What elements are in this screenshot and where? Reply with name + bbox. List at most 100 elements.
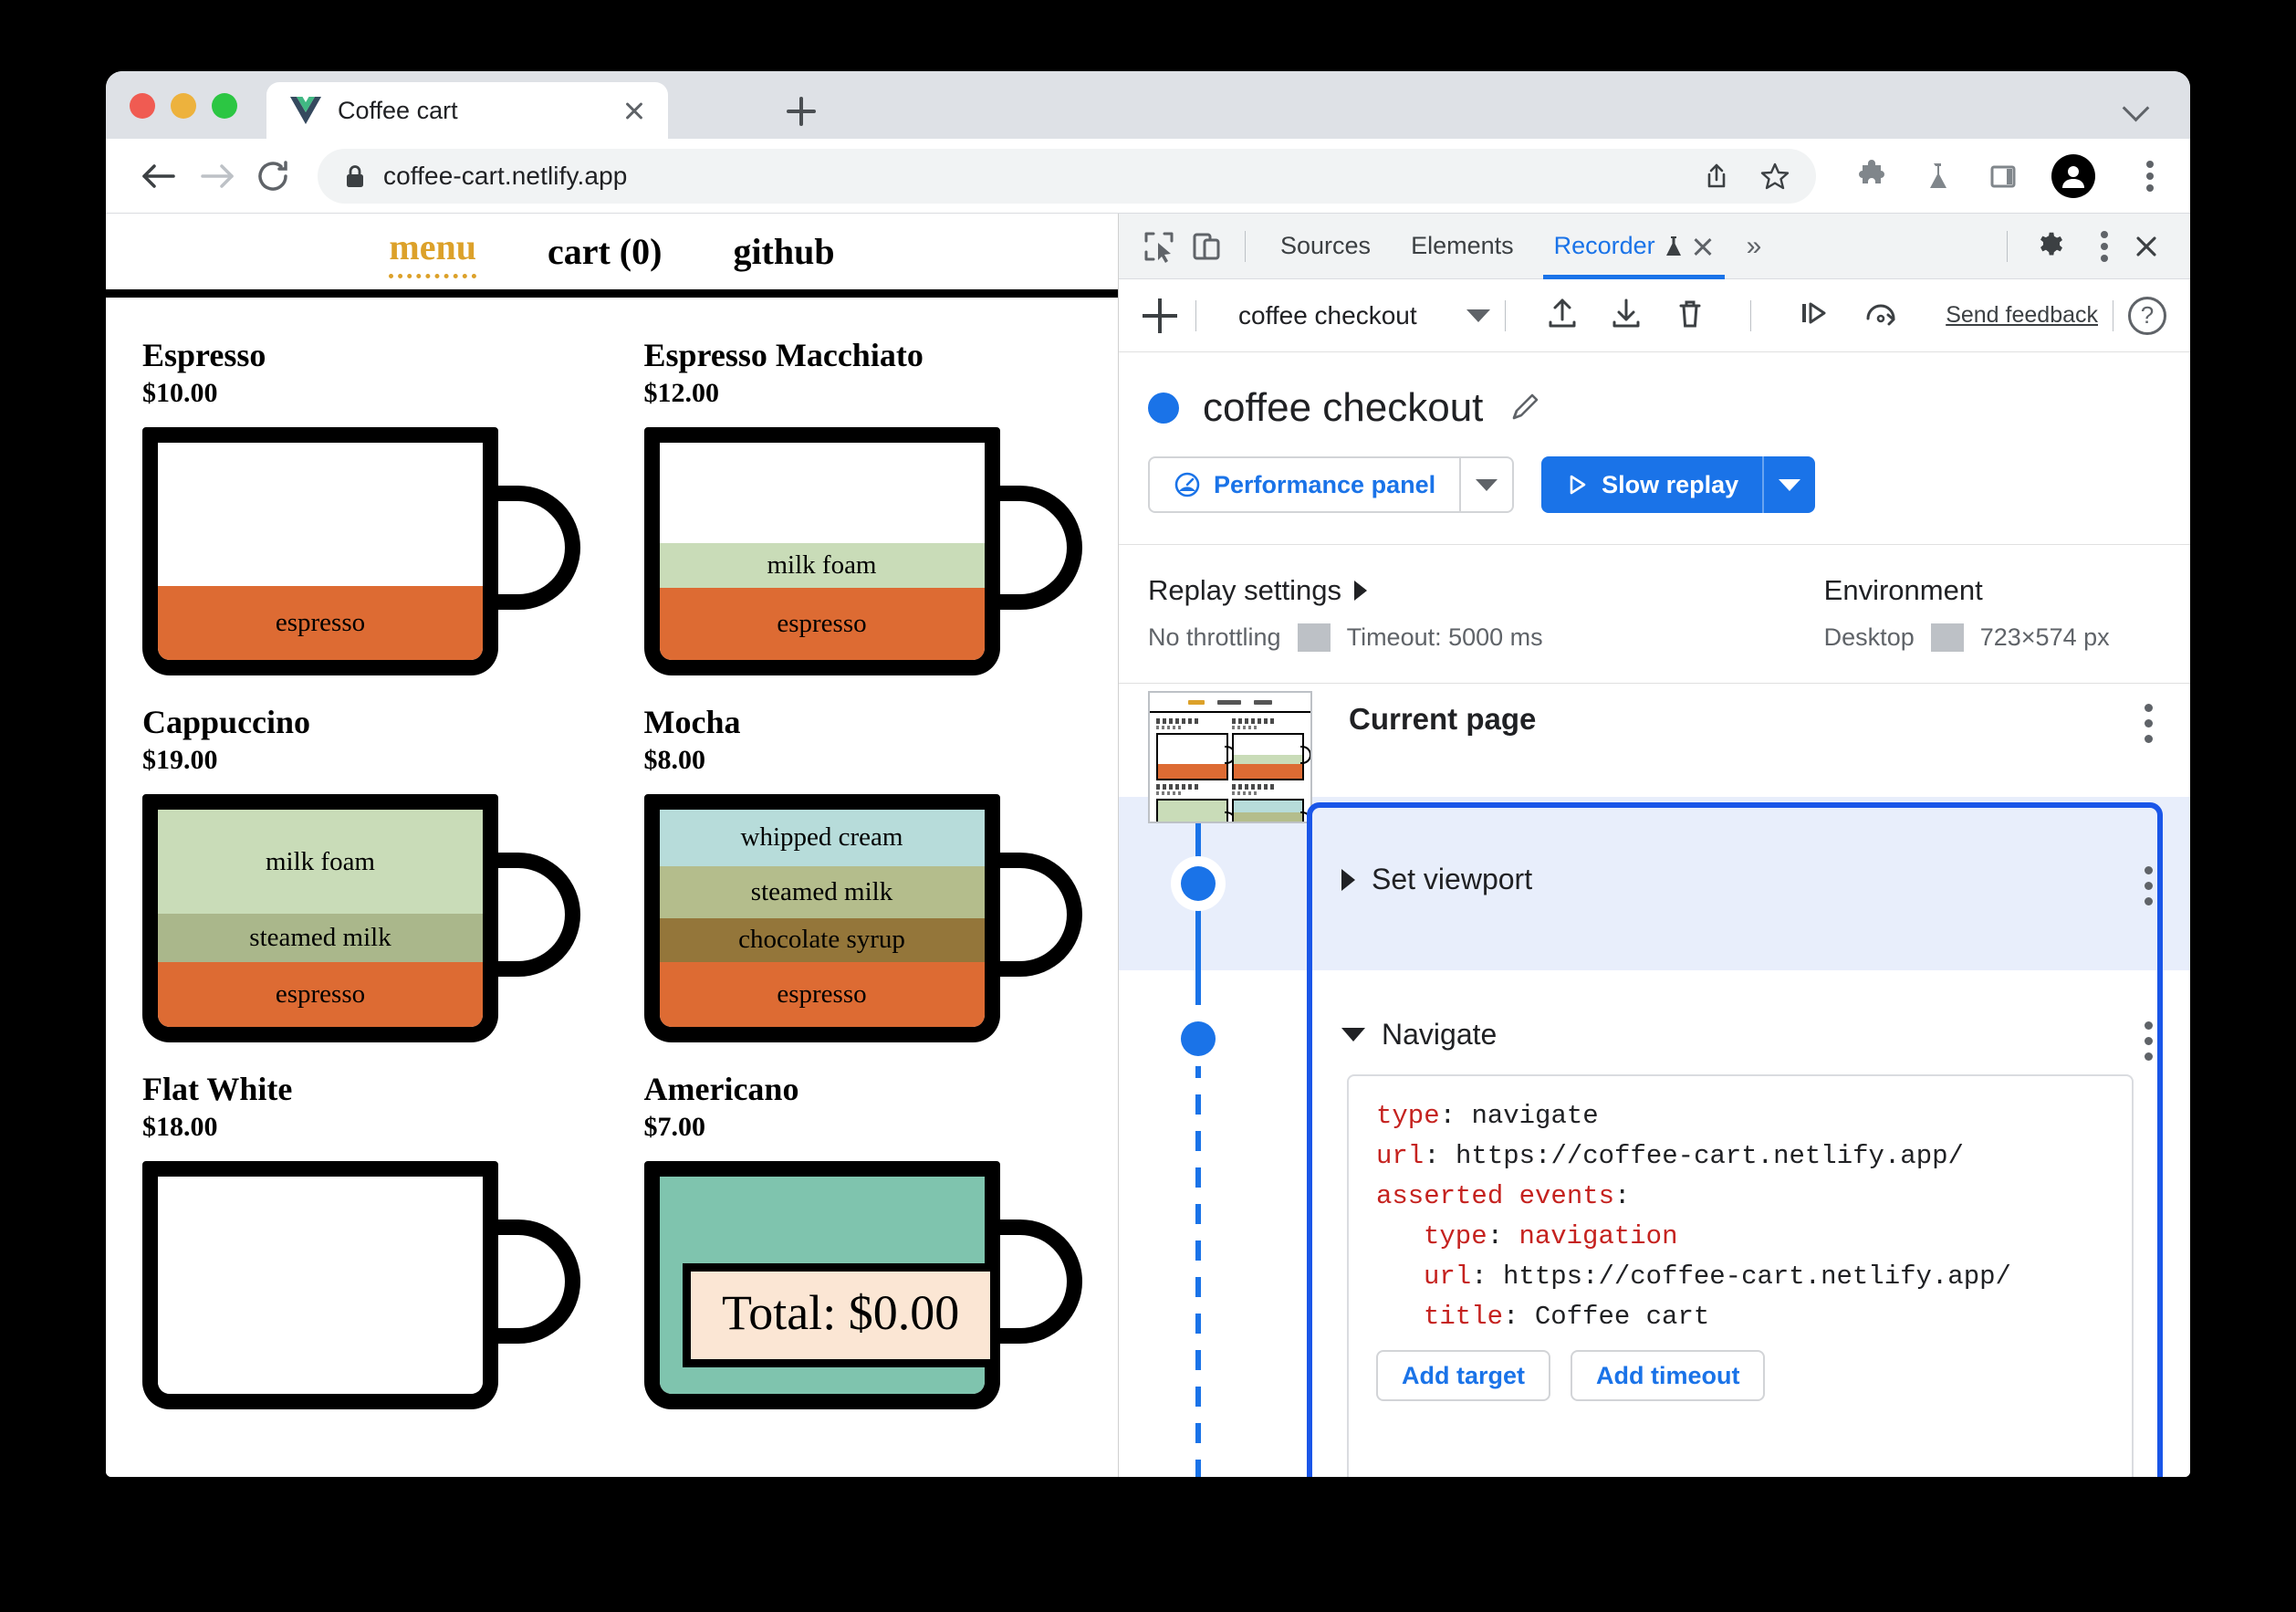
step-replay-icon[interactable] bbox=[1793, 295, 1833, 336]
lock-icon bbox=[345, 164, 365, 188]
recorder-settings: Replay settings No throttling Timeout: 5… bbox=[1119, 545, 2190, 684]
new-tab-button[interactable] bbox=[781, 91, 821, 131]
nav-link-cart[interactable]: cart (0) bbox=[548, 230, 662, 273]
slow-replay-button[interactable]: Slow replay bbox=[1541, 456, 1763, 513]
performance-panel-dropdown[interactable] bbox=[1461, 456, 1515, 513]
tab-strip: Coffee cart bbox=[106, 71, 2190, 139]
screenshot-root: Coffee cart coffee-cart.netlify.app menu… bbox=[0, 0, 2296, 1612]
coffee-cup[interactable]: whipped cream steamed milk chocolate syrup… bbox=[643, 794, 1082, 1050]
recording-selector-label[interactable]: coffee checkout bbox=[1238, 301, 1417, 330]
replay-settings-toggle[interactable]: Replay settings bbox=[1148, 574, 1560, 607]
code-key: type bbox=[1424, 1221, 1487, 1252]
back-button[interactable] bbox=[131, 148, 188, 204]
page-thumbnail[interactable] bbox=[1148, 691, 1312, 823]
cup-layer: steamed milk bbox=[659, 865, 985, 919]
coffee-name: Espresso bbox=[142, 337, 266, 373]
add-recording-icon[interactable] bbox=[1139, 295, 1181, 337]
coffee-price: $12.00 bbox=[643, 378, 720, 408]
reload-button[interactable] bbox=[245, 148, 301, 204]
page-nav: menu cart (0) github bbox=[106, 214, 1118, 298]
code-value: navigate bbox=[1471, 1101, 1599, 1131]
pencil-icon[interactable] bbox=[1507, 391, 1541, 425]
divider bbox=[1504, 299, 1506, 331]
slow-replay-label: Slow replay bbox=[1602, 470, 1739, 498]
maximize-window-button[interactable] bbox=[212, 93, 237, 119]
forward-button[interactable] bbox=[188, 148, 245, 204]
thumbnail-nav-github bbox=[1254, 699, 1272, 705]
flask-experiment-icon bbox=[1665, 235, 1683, 258]
vue-logo-icon bbox=[290, 97, 321, 124]
thumbnail-cup-layer bbox=[1234, 801, 1302, 812]
gear-icon[interactable] bbox=[2028, 223, 2075, 270]
inspect-element-icon[interactable] bbox=[1135, 223, 1183, 270]
recorder-tool-icons bbox=[1544, 295, 1901, 336]
avatar[interactable] bbox=[2051, 153, 2095, 198]
cup-body: milk foam steamed milk espresso bbox=[142, 794, 498, 1042]
tab-elements[interactable]: Elements bbox=[1391, 214, 1534, 279]
replay-split-button: Slow replay bbox=[1541, 456, 1816, 513]
chevron-down-icon bbox=[1779, 478, 1801, 491]
step-set-viewport[interactable]: Set viewport bbox=[1341, 863, 1532, 896]
browser-tab[interactable]: Coffee cart bbox=[266, 82, 668, 139]
replay-dropdown[interactable] bbox=[1762, 456, 1816, 513]
coffee-card[interactable]: Cappuccino $19.00 milk foam steamed milk esp… bbox=[142, 696, 580, 1050]
export-icon[interactable] bbox=[1608, 295, 1644, 336]
device-toolbar-icon[interactable] bbox=[1183, 223, 1230, 270]
import-icon[interactable] bbox=[1544, 295, 1581, 336]
navigate-menu-icon[interactable] bbox=[2137, 1018, 2159, 1065]
coffee-card[interactable]: Mocha $8.00 whipped cream steamed milk choco… bbox=[643, 696, 1082, 1050]
coffee-cup[interactable]: milk foam steamed milk espresso bbox=[142, 794, 580, 1050]
thumbnail-cup-name bbox=[1232, 718, 1277, 724]
side-panel-icon[interactable] bbox=[1986, 159, 2020, 194]
coffee-name: Mocha bbox=[643, 704, 741, 740]
send-feedback-link[interactable]: Send feedback bbox=[1946, 302, 2098, 329]
flask-experiment-icon[interactable] bbox=[1920, 159, 1955, 194]
coffee-card[interactable]: Flat White $18.00 bbox=[142, 1062, 580, 1417]
share-icon[interactable] bbox=[1699, 159, 1734, 194]
tab-sources[interactable]: Sources bbox=[1260, 214, 1391, 279]
coffee-name: Espresso Macchiato bbox=[643, 337, 924, 373]
code-colon: : bbox=[1439, 1101, 1472, 1131]
delete-icon[interactable] bbox=[1672, 295, 1708, 336]
nav-link-menu[interactable]: menu bbox=[389, 225, 476, 278]
close-icon[interactable] bbox=[621, 97, 648, 124]
step-set-viewport-label: Set viewport bbox=[1372, 863, 1533, 895]
bookmark-star-icon[interactable] bbox=[1758, 159, 1792, 194]
address-bar[interactable]: coffee-cart.netlify.app bbox=[318, 148, 1816, 204]
cup-layer: espresso bbox=[659, 588, 985, 660]
cup-layer: espresso bbox=[158, 586, 483, 660]
set-viewport-menu-icon[interactable] bbox=[2137, 863, 2159, 910]
chevron-down-icon[interactable] bbox=[2124, 97, 2148, 120]
extensions-puzzle-icon[interactable] bbox=[1854, 159, 1889, 194]
more-tabs-icon[interactable]: » bbox=[1734, 231, 1775, 262]
timeout-value: Timeout: 5000 ms bbox=[1346, 623, 1543, 651]
browser-menu-icon[interactable] bbox=[2137, 155, 2163, 197]
devtools-panel: Sources Elements Recorder » coffee check… bbox=[1119, 214, 2190, 1477]
timeline-node-navigate bbox=[1181, 1021, 1216, 1056]
cup-layer: chocolate syrup bbox=[659, 918, 985, 962]
close-icon[interactable] bbox=[1692, 236, 1714, 257]
add-timeout-button[interactable]: Add timeout bbox=[1571, 1350, 1766, 1402]
tab-recorder[interactable]: Recorder bbox=[1534, 214, 1734, 279]
thumbnail-cup-price bbox=[1232, 791, 1257, 795]
more-options-icon[interactable] bbox=[2092, 225, 2117, 267]
coffee-cup[interactable]: espresso bbox=[142, 427, 580, 683]
chevron-down-icon[interactable] bbox=[1466, 309, 1490, 322]
code-colon: : bbox=[1487, 1221, 1519, 1252]
recorder-steps: Current page Set viewport Navigate type:… bbox=[1119, 684, 2190, 1477]
help-icon[interactable]: ? bbox=[2128, 296, 2166, 335]
coffee-card[interactable]: Espresso $10.00 espresso bbox=[142, 329, 580, 683]
replay-again-icon[interactable] bbox=[1861, 295, 1901, 336]
performance-panel-button[interactable]: Performance panel bbox=[1148, 456, 1462, 513]
add-target-button[interactable]: Add target bbox=[1376, 1350, 1550, 1402]
coffee-cup[interactable]: milk foam espresso bbox=[643, 427, 1082, 683]
nav-link-github[interactable]: github bbox=[733, 230, 834, 273]
coffee-card[interactable]: Espresso Macchiato $12.00 milk foam espress… bbox=[643, 329, 1082, 683]
current-page-menu-icon[interactable] bbox=[2137, 700, 2159, 748]
coffee-cup[interactable] bbox=[142, 1161, 580, 1417]
close-window-button[interactable] bbox=[130, 93, 155, 119]
cup-layer bbox=[158, 1177, 483, 1394]
minimize-window-button[interactable] bbox=[171, 93, 196, 119]
step-navigate[interactable]: Navigate bbox=[1341, 1018, 1497, 1052]
close-devtools-icon[interactable] bbox=[2123, 223, 2170, 270]
